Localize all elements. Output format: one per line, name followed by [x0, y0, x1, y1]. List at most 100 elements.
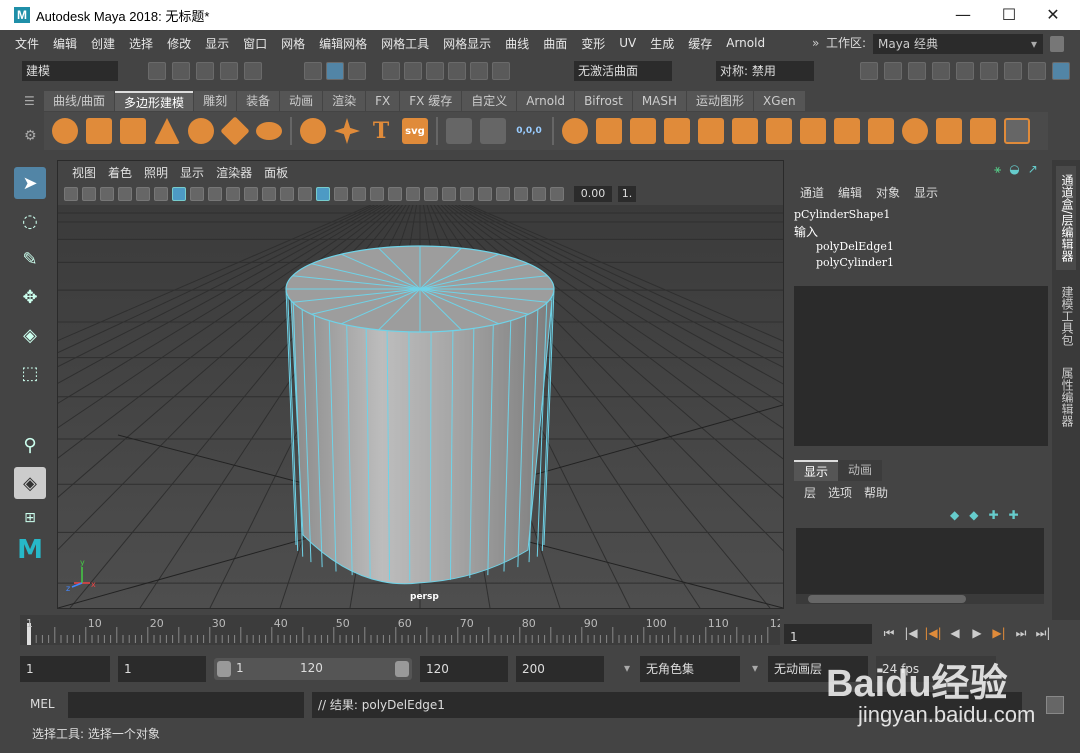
film-gate-icon[interactable]: [190, 187, 204, 201]
menu-mesh-tools[interactable]: 网格工具: [374, 35, 436, 52]
command-input[interactable]: [68, 692, 304, 718]
menu-uv[interactable]: UV: [612, 36, 643, 50]
input-node-poly-del-edge[interactable]: polyDelEdge1: [816, 240, 894, 253]
shadows-icon[interactable]: [388, 187, 402, 201]
shelf-tab-rendering[interactable]: 渲染: [323, 91, 366, 111]
cb-menu-edit[interactable]: 编辑: [838, 184, 862, 201]
select-hierarchy-icon[interactable]: [304, 62, 322, 80]
playback-end-field[interactable]: 120: [420, 656, 508, 682]
vp-menu-show[interactable]: 显示: [174, 164, 210, 181]
menu-select[interactable]: 选择: [122, 35, 160, 52]
snap-curve-icon[interactable]: [404, 62, 422, 80]
layer-menu-layers[interactable]: 层: [804, 484, 816, 501]
target-weld-icon[interactable]: [936, 118, 962, 144]
undo-icon[interactable]: [220, 62, 238, 80]
xray-joints-icon[interactable]: [532, 187, 546, 201]
camera-select-icon[interactable]: [64, 187, 78, 201]
measure-icon[interactable]: [446, 118, 472, 144]
isolate-select-icon[interactable]: [478, 187, 492, 201]
insert-loop-icon[interactable]: [970, 118, 996, 144]
poly-cone-icon[interactable]: [154, 118, 180, 144]
menu-edit[interactable]: 编辑: [46, 35, 84, 52]
mirror-icon[interactable]: [480, 118, 506, 144]
scrollbar-thumb[interactable]: [808, 595, 966, 603]
layer-list-scrollbar[interactable]: [796, 594, 1044, 604]
super-shape-icon[interactable]: [334, 118, 360, 144]
gamma-field[interactable]: 1.: [618, 186, 636, 202]
menu-display[interactable]: 显示: [198, 35, 236, 52]
shelf-menu-icon[interactable]: ☰: [24, 94, 38, 110]
snap-surface-icon[interactable]: [470, 62, 488, 80]
cb-menu-show[interactable]: 显示: [914, 184, 938, 201]
current-frame-field[interactable]: 1: [784, 624, 872, 644]
hypershade-icon[interactable]: [956, 62, 974, 80]
layer-tab-display[interactable]: 显示: [794, 460, 839, 481]
fill-hole-icon[interactable]: [868, 118, 894, 144]
shape-node-label[interactable]: pCylinderShape1: [794, 208, 890, 221]
menu-generate[interactable]: 生成: [643, 35, 681, 52]
safe-action-icon[interactable]: [262, 187, 276, 201]
snap-view-plane-icon[interactable]: [448, 62, 466, 80]
vp-menu-lighting[interactable]: 照明: [138, 164, 174, 181]
poly-cylinder-icon[interactable]: [120, 118, 146, 144]
step-forward-frame-icon[interactable]: ⏭: [1010, 626, 1032, 641]
shelf-tab-rigging[interactable]: 装备: [237, 91, 280, 111]
cb-menu-object[interactable]: 对象: [876, 184, 900, 201]
append-icon[interactable]: [834, 118, 860, 144]
combine-icon[interactable]: [562, 118, 588, 144]
camera-attributes-icon[interactable]: [82, 187, 96, 201]
bridge-icon[interactable]: [766, 118, 792, 144]
render-frame-icon[interactable]: [884, 62, 902, 80]
shelf-tab-curves[interactable]: 曲线/曲面: [44, 91, 115, 111]
layer-tab-animation[interactable]: 动画: [838, 460, 883, 481]
panel-link-icon[interactable]: ⚹: [994, 162, 1001, 177]
image-plane-icon[interactable]: [118, 187, 132, 201]
open-scene-icon[interactable]: [172, 62, 190, 80]
cb-menu-channels[interactable]: 通道: [800, 184, 824, 201]
scene-start-field[interactable]: 1: [20, 656, 110, 682]
symmetry-dropdown[interactable]: 对称: 禁用: [716, 61, 814, 81]
menu-windows[interactable]: 窗口: [236, 35, 274, 52]
character-set-dropdown[interactable]: 无角色集: [640, 656, 740, 682]
shelf-tab-bifrost[interactable]: Bifrost: [575, 91, 632, 111]
lock-icon[interactable]: [1050, 36, 1064, 52]
multisample-aa-icon[interactable]: [442, 187, 456, 201]
attribute-editor-icon[interactable]: [1004, 62, 1022, 80]
gate-mask-icon[interactable]: [226, 187, 240, 201]
channel-box-area[interactable]: [794, 286, 1048, 446]
shelf-tab-fx[interactable]: FX: [366, 91, 400, 111]
vp-menu-shading[interactable]: 着色: [102, 164, 138, 181]
exposure-field[interactable]: 0.00: [574, 186, 612, 202]
script-language-toggle[interactable]: MEL: [30, 697, 55, 711]
menu-mesh-display[interactable]: 网格显示: [436, 35, 498, 52]
input-node-poly-cylinder[interactable]: polyCylinder1: [816, 256, 894, 269]
anim-layer-arrow-icon[interactable]: ▾: [752, 661, 758, 675]
platonic-solid-icon[interactable]: [300, 118, 326, 144]
coords-icon[interactable]: 0,0,0: [514, 118, 544, 144]
shelf-tab-sculpt[interactable]: 雕刻: [194, 91, 237, 111]
type-text-icon[interactable]: T: [368, 118, 394, 144]
offset-loop-icon[interactable]: [1004, 118, 1030, 144]
menu-cache[interactable]: 缓存: [681, 35, 719, 52]
move-layer-down-icon[interactable]: ◆: [969, 508, 978, 522]
poly-cube-icon[interactable]: [86, 118, 112, 144]
show-manipulator-icon[interactable]: ⚲: [14, 429, 46, 461]
script-editor-icon[interactable]: [1046, 696, 1064, 714]
layer-menu-help[interactable]: 帮助: [864, 484, 888, 501]
layer-list[interactable]: [796, 528, 1044, 594]
poly-sphere-icon[interactable]: [52, 118, 78, 144]
vp-menu-renderer[interactable]: 渲染器: [210, 164, 258, 181]
move-tool-icon[interactable]: ✥: [14, 281, 46, 313]
playback-start-field[interactable]: 1: [118, 656, 206, 682]
depth-of-field-icon[interactable]: [460, 187, 474, 201]
menu-create[interactable]: 创建: [84, 35, 122, 52]
render-view-icon[interactable]: [860, 62, 878, 80]
menu-surfaces[interactable]: 曲面: [536, 35, 574, 52]
bevel-icon[interactable]: [800, 118, 826, 144]
redo-icon[interactable]: [244, 62, 262, 80]
smooth-shade-icon[interactable]: [316, 187, 330, 201]
shelf-tab-mash[interactable]: MASH: [632, 91, 687, 111]
time-slider[interactable]: 110203040506070809010011012: [20, 615, 784, 645]
channel-box-icon[interactable]: [1052, 62, 1070, 80]
side-tab-attribute-editor[interactable]: 属性编辑器: [1056, 362, 1076, 432]
